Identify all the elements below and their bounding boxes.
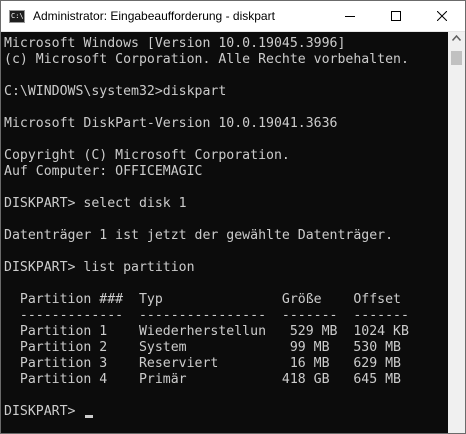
window-title: Administrator: Eingabeaufforderung - dis… — [33, 9, 275, 23]
console-line: Microsoft Windows [Version 10.0.19045.39… — [4, 36, 346, 51]
scrollbar-thumb[interactable] — [451, 51, 462, 65]
title-bar[interactable]: C:\. Administrator: Eingabeaufforderung … — [1, 1, 465, 32]
minimize-button[interactable] — [327, 1, 373, 31]
console-line: Partition 2 System 99 MB 530 MB — [4, 340, 401, 355]
minimize-icon — [345, 16, 355, 17]
console-output[interactable]: Microsoft Windows [Version 10.0.19045.39… — [1, 32, 448, 433]
command-prompt-window: C:\. Administrator: Eingabeaufforderung … — [0, 0, 466, 434]
caption-buttons — [327, 1, 465, 31]
maximize-icon — [391, 11, 401, 21]
close-button[interactable] — [419, 1, 465, 31]
maximize-button[interactable] — [373, 1, 419, 31]
close-icon — [437, 11, 447, 21]
text-cursor — [85, 415, 94, 418]
console-line: ------------- ---------------- ------- -… — [4, 308, 409, 323]
console-line: Partition 3 Reserviert 16 MB 629 MB — [4, 356, 401, 371]
console-line: Auf Computer: OFFICEMAGIC — [4, 164, 203, 179]
console-line: DISKPART> list partition — [4, 260, 195, 275]
vertical-scrollbar[interactable] — [448, 32, 465, 433]
chevron-up-icon[interactable] — [452, 35, 461, 41]
console-line: Partition 4 Primär 418 GB 645 MB — [4, 372, 401, 387]
console-prompt-line[interactable]: DISKPART> — [4, 404, 94, 420]
console-line: C:\WINDOWS\system32>diskpart — [4, 84, 227, 99]
console-line: DISKPART> select disk 1 — [4, 196, 187, 211]
console-line: Copyright (C) Microsoft Corporation. — [4, 148, 290, 163]
console-line: Partition ### Typ Größe Offset — [4, 292, 401, 307]
console-line: Microsoft DiskPart-Version 10.0.19041.36… — [4, 116, 338, 131]
cmd-icon[interactable]: C:\. — [9, 9, 25, 23]
console-line: Partition 1 Wiederherstellun 529 MB 1024… — [4, 324, 409, 339]
console-line: (c) Microsoft Corporation. Alle Rechte v… — [4, 52, 409, 67]
prompt-text: DISKPART> — [4, 404, 84, 419]
console-line: Datenträger 1 ist jetzt der gewählte Dat… — [4, 228, 394, 243]
